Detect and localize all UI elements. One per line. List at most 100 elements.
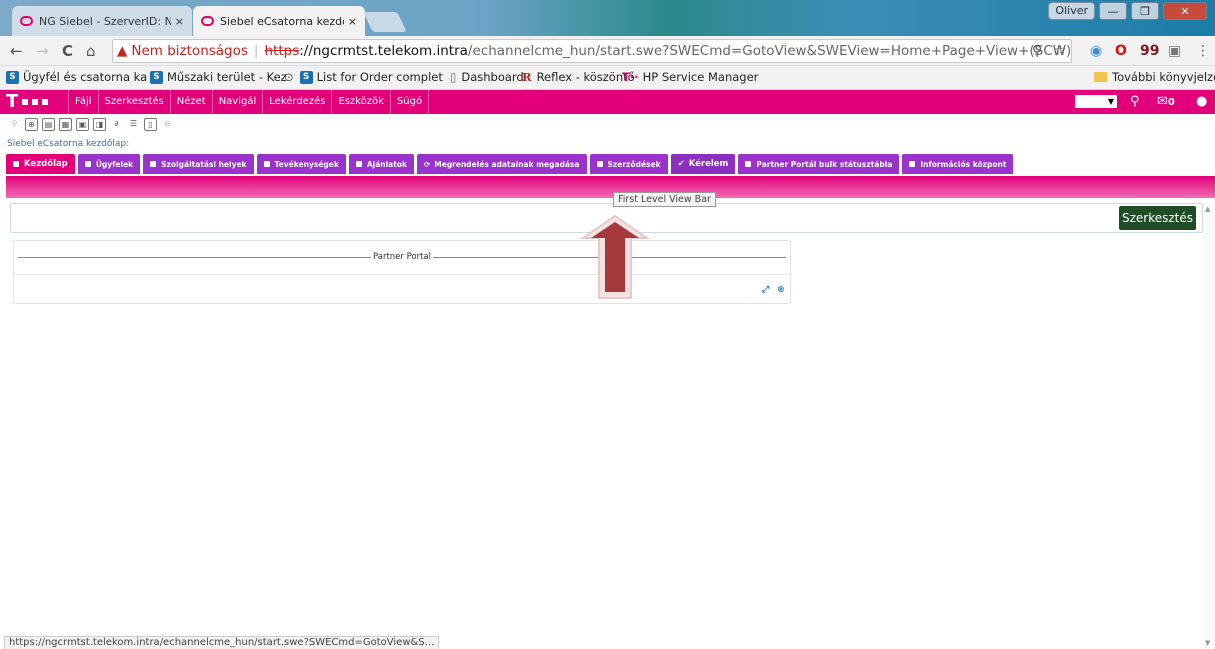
bookmark-item[interactable]: S Műszaki terület - Kez: [150, 70, 287, 84]
maximize-button[interactable]: ❐: [1131, 2, 1159, 20]
tab-ugyfelek[interactable]: Ügyfelek: [77, 154, 141, 174]
opera-extension-icon[interactable]: O: [1115, 43, 1127, 59]
close-window-button[interactable]: ✕: [1163, 2, 1207, 20]
menu-item-view[interactable]: Nézet: [169, 90, 212, 114]
list-icon[interactable]: ☰: [127, 118, 140, 131]
extension-circle-icon[interactable]: ◉: [1090, 43, 1102, 59]
tab-partner-portal-bulk[interactable]: Partner Portál bulk státusztábla: [738, 154, 900, 174]
tab-icon: [13, 161, 19, 167]
tab-label: Partner Portál bulk státusztábla: [756, 159, 893, 169]
tab-ajanlatok[interactable]: Ajánlatok: [348, 154, 414, 174]
bookmark-star-icon[interactable]: ☆: [1054, 43, 1067, 59]
address-bar[interactable]: ▲ Nem biztonságos | https://ngcrmtst.tel…: [112, 39, 1072, 63]
edit-layout-button[interactable]: Szerkesztés: [1119, 206, 1196, 230]
tab-informacios-kozpont[interactable]: Információs központ: [902, 154, 1014, 174]
print-icon[interactable]: ⊖: [161, 118, 174, 131]
tab-icon: [150, 161, 157, 167]
tab-icon: [745, 161, 752, 167]
document-icon[interactable]: ▯: [144, 118, 157, 131]
tab-kerelem[interactable]: ✔ Kérelem: [670, 154, 736, 174]
tab-tevekenysegek[interactable]: Tevékenységek: [256, 154, 346, 174]
goto-icon[interactable]: ⊕: [25, 118, 38, 131]
close-circle-icon[interactable]: ⊗: [777, 285, 785, 295]
extension-square-icon[interactable]: ▣: [1168, 43, 1181, 59]
copy-icon[interactable]: ◨: [93, 118, 106, 131]
applet-title: Partner Portal: [373, 252, 432, 262]
link-icon[interactable]: ∂: [110, 118, 123, 131]
bookmark-item[interactable]: ▯ Dashboard: [450, 70, 524, 84]
bookmark-item[interactable]: T·· HP Service Manager: [622, 70, 758, 84]
menu-item-file[interactable]: Fájl: [68, 90, 98, 114]
browser-tab-ecsatorna[interactable]: Siebel eCsatorna kezdőla ×: [193, 6, 365, 36]
user-icon[interactable]: ●: [1196, 94, 1207, 109]
partner-portal-applet: Partner Portal ⤢ ⊗: [13, 240, 791, 304]
page-icon: ▯: [450, 70, 457, 84]
bookmark-item[interactable]: R Reflex - köszöntő: [522, 70, 635, 84]
second-level-bar: [6, 176, 1215, 198]
menu-select[interactable]: ▼: [1075, 95, 1117, 108]
browser-tab-strip: NG Siebel - SzerverID: N × Siebel eCsato…: [0, 0, 1215, 36]
menu-item-edit[interactable]: Szerkesztés: [97, 90, 170, 114]
new-record-icon[interactable]: ▦: [59, 118, 72, 131]
forward-button[interactable]: →: [36, 42, 49, 60]
quote-extension-icon[interactable]: 99: [1140, 43, 1159, 59]
home-button[interactable]: ⌂: [86, 42, 96, 60]
menu-item-query[interactable]: Lekérdezés: [262, 90, 331, 114]
tab-szerzodesek[interactable]: Szerződések: [589, 154, 668, 174]
clipboard-icon[interactable]: ▤: [42, 118, 55, 131]
other-bookmarks[interactable]: További könyvjelzők: [1094, 70, 1215, 84]
bookmark-item[interactable]: S Ügyfél és csatorna ka: [6, 70, 147, 84]
tab-label: Szerződések: [607, 159, 661, 169]
scroll-up-icon[interactable]: ▲: [1205, 205, 1210, 213]
bookmark-label: Ügyfél és csatorna ka: [23, 70, 148, 84]
warning-icon[interactable]: ▲: [117, 43, 127, 59]
expand-icon[interactable]: ⤢: [762, 285, 769, 295]
tab-close-icon[interactable]: ×: [175, 15, 184, 28]
back-button[interactable]: ←: [10, 42, 23, 60]
query-icon[interactable]: ⚲: [8, 118, 21, 131]
browser-tab-ng-siebel[interactable]: NG Siebel - SzerverID: N ×: [12, 6, 192, 36]
reload-button[interactable]: C: [62, 42, 73, 60]
browser-menu-icon[interactable]: ⋮: [1196, 43, 1210, 59]
notifications-icon[interactable]: ✉0: [1157, 94, 1175, 109]
menu-item-navigate[interactable]: Navigál: [211, 90, 263, 114]
bookmark-item[interactable]: ⊙ S List for Order complet: [284, 70, 443, 84]
url-path: /echannelcme_hun/start.swe?SWECmd=GotoVi…: [467, 43, 1072, 59]
tab-label: Kérelem: [688, 159, 729, 169]
menu: Fájl Szerkesztés Nézet Navigál Lekérdezé…: [68, 90, 430, 114]
search-icon[interactable]: ⚲: [1130, 94, 1140, 109]
check-circle-icon: ✔: [677, 159, 685, 169]
tab-megrendeles[interactable]: ⟳ Megrendelés adatainak megadása: [416, 154, 587, 174]
tab-label: Ügyfelek: [95, 159, 134, 169]
tab-close-icon[interactable]: ×: [348, 15, 357, 28]
scroll-down-icon[interactable]: ▼: [1205, 639, 1210, 647]
bookmark-label: HP Service Manager: [642, 70, 759, 84]
notification-count: 0: [1167, 97, 1175, 108]
zoom-icon[interactable]: ⚲: [1032, 43, 1042, 59]
bookmark-label: Műszaki terület - Kez: [167, 70, 287, 84]
siebel-bookmark-icon: S: [6, 70, 19, 84]
first-level-view-bar: Kezdőlap Ügyfelek Szolgáltatási helyek T…: [6, 154, 1014, 174]
app-menu-bar: T Fájl Szerkesztés Nézet Navigál Lekérde…: [0, 90, 1215, 114]
save-icon[interactable]: ▣: [76, 118, 89, 131]
vertical-scrollbar[interactable]: ▲ ▼: [1203, 203, 1215, 649]
profile-button[interactable]: Oliver: [1048, 2, 1095, 20]
menu-item-tools[interactable]: Eszközök: [331, 90, 390, 114]
tab-kezdolap[interactable]: Kezdőlap: [6, 154, 75, 174]
tab-icon: [596, 161, 603, 167]
tab-label: Információs központ: [920, 159, 1007, 169]
menu-item-help[interactable]: Súgó: [389, 90, 430, 114]
tab-label: Megrendelés adatainak megadása: [434, 159, 580, 169]
new-tab-button[interactable]: [363, 12, 407, 32]
bookmark-label: Reflex - köszöntő: [536, 70, 635, 84]
minimize-button[interactable]: —: [1099, 2, 1127, 20]
tab-icon: [355, 161, 362, 167]
breadcrumb[interactable]: Siebel eCsatorna kezdőlap:: [7, 139, 129, 149]
tab-szolgaltatasi-helyek[interactable]: Szolgáltatási helyek: [143, 154, 254, 174]
tab-label: Tevékenységek: [274, 159, 339, 169]
url-scheme: https: [264, 43, 300, 59]
telekom-icon: T··: [622, 70, 639, 84]
applet-header: Partner Portal: [14, 241, 790, 273]
tab-title: NG Siebel - SzerverID: N: [39, 14, 171, 28]
not-secure-label[interactable]: Nem biztonságos: [131, 43, 248, 59]
